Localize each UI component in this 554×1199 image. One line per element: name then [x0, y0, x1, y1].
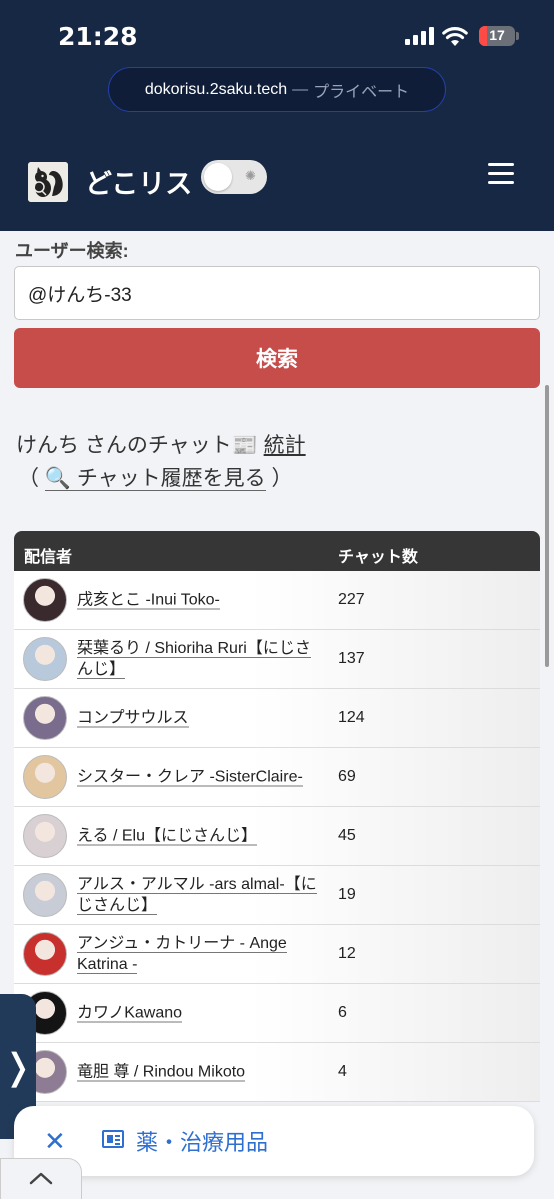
chat-history-label: チャット履歴を見る [76, 467, 266, 490]
avatar[interactable] [23, 637, 67, 681]
table-header: 配信者 チャット数 [14, 531, 540, 571]
streamer-link[interactable]: カワノKawano [77, 1004, 183, 1023]
table-row: アルス・アルマル -ars almal-【にじさんじ】 19 [14, 866, 540, 925]
streamer-link[interactable]: 戌亥とこ -Inui Toko- [77, 591, 220, 610]
table-body: 戌亥とこ -Inui Toko- 227 栞葉るり / Shioriha Ruri【… [14, 571, 540, 1102]
streamer-link[interactable]: 栞葉るり / Shioriha Ruri【にじさんじ】 [77, 640, 311, 679]
streamer-link[interactable]: 竜胆 尊 / Rindou Mikoto [77, 1063, 246, 1082]
chat-history-link[interactable]: 🔍 チャット履歴を見る [44, 467, 266, 491]
avatar[interactable] [23, 873, 67, 917]
streamer-name-cell: 栞葉るり / Shioriha Ruri【にじさんじ】 [77, 638, 317, 680]
table-row: 竜胆 尊 / Rindou Mikoto 4 [14, 1043, 540, 1102]
close-paren: ） [271, 467, 293, 490]
streamer-name-cell: アルス・アルマル -ars almal-【にじさんじ】 [77, 874, 317, 916]
streamer-name-cell: カワノKawano [77, 1003, 317, 1024]
close-icon[interactable]: ✕ [44, 1126, 66, 1157]
wifi-icon [442, 27, 468, 46]
streamer-name-cell: 戌亥とこ -Inui Toko- [77, 590, 317, 611]
sun-icon: ✺ [245, 168, 256, 183]
header-chat-count: チャット数 [338, 549, 418, 566]
table-row: える / Elu【にじさんじ】 45 [14, 807, 540, 866]
avatar[interactable] [23, 578, 67, 622]
streamer-link[interactable]: アンジュ・カトリーナ - Ange Katrina - [77, 935, 287, 974]
newspaper-icon: 📰 [231, 434, 258, 457]
ad-banner[interactable]: ✕ 薬・治療用品 [14, 1106, 534, 1176]
chat-count-cell: 69 [338, 768, 356, 785]
cellular-signal-icon [405, 27, 434, 45]
chevron-up-icon [29, 1172, 53, 1185]
page-scrollbar[interactable] [545, 385, 549, 667]
battery-icon: 17 [479, 26, 515, 46]
squirrel-logo-icon [28, 162, 68, 202]
url-bar[interactable]: dokorisu.2saku.tech — プライベート [108, 67, 446, 112]
chat-count-cell: 137 [338, 650, 365, 667]
streamer-name-cell: シスター・クレア -SisterClaire- [77, 767, 317, 788]
ad-text[interactable]: 薬・治療用品 [136, 1125, 268, 1157]
chat-stats-table: 配信者 チャット数 戌亥とこ -Inui Toko- 227 栞葉るり / Shio… [14, 531, 540, 1102]
private-mode-label: プライベート [313, 83, 410, 101]
table-row: アンジュ・カトリーナ - Ange Katrina - 12 [14, 925, 540, 984]
avatar[interactable] [23, 932, 67, 976]
url-separator: — [292, 80, 309, 98]
chat-count-cell: 45 [338, 827, 356, 844]
header-streamer: 配信者 [24, 549, 73, 566]
hamburger-menu-button[interactable] [488, 163, 514, 185]
url-domain: dokorisu.2saku.tech [144, 80, 288, 98]
table-row: 戌亥とこ -Inui Toko- 227 [14, 571, 540, 630]
stats-heading: けんち さんのチャット📰 統計 [16, 429, 306, 459]
search-label: ユーザー検索: [15, 241, 129, 261]
chat-count-cell: 6 [338, 1004, 347, 1021]
chat-count-cell: 12 [338, 945, 356, 962]
battery-level: 17 [489, 27, 505, 43]
table-row: カワノKawano 6 [14, 984, 540, 1043]
chevron-right-icon: ❭ [2, 1045, 34, 1087]
user-search-input[interactable] [14, 266, 540, 320]
theme-toggle[interactable]: ✺ [201, 160, 267, 194]
chat-count-cell: 124 [338, 709, 365, 726]
site-name[interactable]: どこリス [85, 162, 192, 201]
open-paren: （ [18, 467, 39, 490]
streamer-link[interactable]: シスター・クレア -SisterClaire- [77, 768, 303, 787]
avatar[interactable] [23, 814, 67, 858]
site-logo[interactable] [28, 162, 68, 202]
article-icon [102, 1130, 124, 1148]
streamer-link[interactable]: アルス・アルマル -ars almal-【にじさんじ】 [77, 876, 317, 915]
avatar[interactable] [23, 696, 67, 740]
stats-title-prefix: けんち さんのチャット [16, 434, 232, 457]
chat-count-cell: 19 [338, 886, 356, 903]
streamer-link[interactable]: える / Elu【にじさんじ】 [77, 827, 257, 846]
chat-count-cell: 227 [338, 591, 365, 608]
streamer-name-cell: コンプサウルス [77, 708, 317, 729]
expand-toolbar-button[interactable] [0, 1158, 82, 1199]
history-line: （ 🔍 チャット履歴を見る ） [18, 462, 292, 492]
streamer-name-cell: アンジュ・カトリーナ - Ange Katrina - [77, 933, 317, 975]
chat-count-cell: 4 [338, 1063, 347, 1080]
top-header: 21:28 17 dokorisu.2saku.tech — プライベート どこ… [0, 0, 554, 231]
avatar[interactable] [23, 755, 67, 799]
stats-link[interactable]: 統計 [264, 434, 306, 457]
magnifier-icon: 🔍 [44, 467, 71, 490]
table-row: シスター・クレア -SisterClaire- 69 [14, 748, 540, 807]
search-button[interactable]: 検索 [14, 328, 540, 388]
toggle-knob [204, 163, 232, 191]
streamer-name-cell: 竜胆 尊 / Rindou Mikoto [77, 1062, 317, 1083]
streamer-link[interactable]: コンプサウルス [77, 709, 189, 728]
status-time: 21:28 [58, 22, 138, 51]
table-row: 栞葉るり / Shioriha Ruri【にじさんじ】 137 [14, 630, 540, 689]
table-row: コンプサウルス 124 [14, 689, 540, 748]
streamer-name-cell: える / Elu【にじさんじ】 [77, 826, 317, 847]
